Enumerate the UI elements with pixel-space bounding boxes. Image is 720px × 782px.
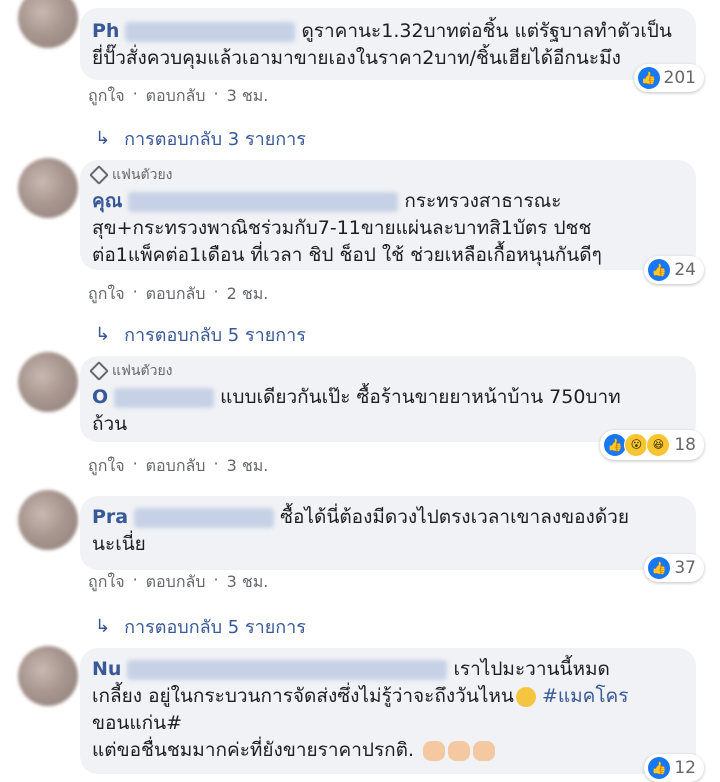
timestamp[interactable]: 2 ชม. (227, 282, 269, 307)
comment-bubble: Pra ซื้อได้นี่ต้องมีดวงไปตรงเวลาเขาลงของด… (80, 496, 704, 582)
hashtag-link[interactable]: #แมคโคร (542, 685, 629, 707)
avatar[interactable] (18, 490, 78, 550)
redacted-name (134, 507, 275, 528)
comment-line: นะเนี่ย (92, 533, 146, 555)
view-replies[interactable]: ↳ การตอบกลับ 5 รายการ (95, 320, 306, 349)
redacted-name (128, 191, 399, 212)
like-link[interactable]: ถูกใจ (88, 454, 125, 479)
comment-line: ต่อ1แพ็คต่อ1เดือน ที่เวลา ชิป ช็อป ใช้ ช… (92, 244, 602, 266)
comment-line: สุข+กระทรวงพาณิชร่วมกับ7-11ขายแผ่นละบาทส… (92, 217, 592, 239)
comment-actions: ถูกใจ · ตอบกลับ · 3 ชม. (88, 570, 268, 595)
like-icon: 👍 (648, 259, 671, 281)
commenter-name[interactable]: คุณ (92, 190, 122, 212)
commenter-name[interactable]: O (92, 386, 108, 408)
like-link[interactable]: ถูกใจ (88, 570, 125, 595)
timestamp[interactable]: 3 ชม. (227, 84, 269, 109)
comment-text: O แบบเดียวกันเป๊ะ ซื้อร้านขายยาหน้าบ้าน 7… (92, 384, 684, 438)
avatar[interactable] (18, 0, 78, 48)
wow-icon: 😮 (624, 433, 649, 457)
avatar[interactable] (18, 352, 78, 412)
pensive-face-icon (515, 686, 536, 707)
redacted-name (127, 659, 448, 680)
reaction-summary[interactable]: 👍 12 (644, 754, 704, 782)
comment-actions: ถูกใจ · ตอบกลับ · 3 ชม. (88, 454, 268, 479)
reply-arrow-icon: ↳ (95, 324, 111, 345)
comment-actions: ถูกใจ · ตอบกลับ · 3 ชม. (88, 84, 268, 109)
comment-line: แต่ขอชื่นชมมากค่ะที่ยังขายราคาปรกติ. (92, 739, 415, 761)
redacted-name (125, 21, 296, 42)
fan-badge: แฟนตัวยง (89, 164, 684, 186)
reaction-count: 24 (674, 260, 696, 280)
separator: · (132, 84, 138, 103)
comment-line: ยี่ปั๊วสั่งควบคุมแล้วเอามาขายเองในราคา2บ… (92, 47, 621, 69)
fan-badge: แฟนตัวยง (89, 360, 684, 382)
redacted-name (114, 387, 215, 408)
reply-link[interactable]: ตอบกลับ (146, 84, 206, 109)
timestamp[interactable]: 3 ชม. (227, 570, 269, 595)
commenter-name[interactable]: Nu (92, 658, 121, 680)
timestamp[interactable]: 3 ชม. (227, 454, 269, 479)
comment-line: ถ้วน (92, 413, 128, 435)
separator: · (132, 282, 138, 301)
comment-line: ดูราคานะ1.32บาทต่อชิ้น แต่รัฐบาลทำตัวเป็… (301, 20, 672, 42)
separator: · (213, 570, 219, 589)
reaction-count: 201 (663, 68, 696, 88)
reply-link[interactable]: ตอบกลับ (146, 570, 206, 595)
comment-actions: ถูกใจ · ตอบกลับ · 2 ชม. (88, 282, 268, 307)
reply-link[interactable]: ตอบกลับ (146, 454, 206, 479)
comment-line: เกลี้ยง อยู่ในกระบวนการจัดส่งซึ่งไม่รู้ว… (92, 685, 514, 707)
separator: · (132, 570, 138, 589)
comment-text: Nu เราไปมะวานนี้หมด เกลี้ยง อยู่ในกระบวนก… (92, 656, 684, 764)
reply-arrow-icon: ↳ (95, 616, 111, 637)
comment-text: คุณ กระทรวงสาธารณะ สุข+กระทรวงพาณิชร่วมกั… (92, 188, 684, 269)
clapping-hands-icon (473, 740, 496, 761)
like-link[interactable]: ถูกใจ (88, 282, 125, 307)
reaction-summary[interactable]: 👍 😮 😆 18 (600, 430, 704, 460)
fan-badge-label: แฟนตัวยง (112, 363, 173, 379)
comment-line: ขอนแก่น# (92, 712, 183, 734)
view-replies[interactable]: ↳ การตอบกลับ 3 รายการ (95, 124, 306, 153)
replies-label[interactable]: การตอบกลับ 5 รายการ (124, 612, 306, 641)
replies-label[interactable]: การตอบกลับ 5 รายการ (124, 320, 306, 349)
like-icon: 👍 (604, 434, 627, 456)
comment-line: แบบเดียวกันเป๊ะ ซื้อร้านขายยาหน้าบ้าน 75… (220, 386, 621, 408)
comment-line: ซื้อได้นี่ต้องมีดวงไปตรงเวลาเขาลงของด้วย (280, 506, 629, 528)
diamond-icon (89, 361, 109, 381)
comment-line: เราไปมะวานนี้หมด (453, 658, 610, 680)
reaction-summary[interactable]: 👍 37 (644, 554, 704, 582)
comment-bubble: แฟนตัวยง O แบบเดียวกันเป๊ะ ซื้อร้านขายยาห… (80, 356, 704, 460)
like-icon: 👍 (637, 67, 660, 89)
commenter-name[interactable]: Pra (92, 506, 128, 528)
view-replies[interactable]: ↳ การตอบกลับ 5 รายการ (95, 612, 306, 641)
like-link[interactable]: ถูกใจ (88, 84, 125, 109)
avatar[interactable] (18, 158, 78, 218)
reaction-count: 37 (674, 558, 696, 578)
replies-label[interactable]: การตอบกลับ 3 รายการ (124, 124, 306, 153)
separator: · (213, 84, 219, 103)
comment-text: Ph ดูราคานะ1.32บาทต่อชิ้น แต่รัฐบาลทำตัวเ… (92, 18, 684, 72)
fan-badge-label: แฟนตัวยง (112, 167, 173, 183)
clapping-hands-icon (423, 740, 446, 761)
comment-bubble: Nu เราไปมะวานนี้หมด เกลี้ยง อยู่ในกระบวนก… (80, 648, 704, 782)
separator: · (213, 454, 219, 473)
avatar[interactable] (18, 646, 78, 706)
commenter-name[interactable]: Ph (92, 20, 119, 42)
reply-link[interactable]: ตอบกลับ (146, 282, 206, 307)
reaction-summary[interactable]: 👍 201 (633, 64, 704, 92)
comment-bubble: แฟนตัวยง คุณ กระทรวงสาธารณะ สุข+กระทรวงพา… (80, 160, 704, 284)
separator: · (213, 282, 219, 301)
like-icon: 👍 (648, 757, 671, 779)
like-icon: 👍 (648, 557, 671, 579)
reaction-count: 18 (674, 435, 696, 455)
reaction-count: 12 (674, 758, 696, 778)
reaction-summary[interactable]: 👍 24 (644, 256, 704, 284)
separator: · (132, 454, 138, 473)
comment-bubble: Ph ดูราคานะ1.32บาทต่อชิ้น แต่รัฐบาลทำตัวเ… (80, 8, 704, 92)
clapping-hands-icon (448, 740, 471, 761)
reply-arrow-icon: ↳ (95, 128, 111, 149)
haha-icon: 😆 (646, 433, 671, 457)
diamond-icon (89, 165, 109, 185)
comment-text: Pra ซื้อได้นี่ต้องมีดวงไปตรงเวลาเขาลงของด… (92, 504, 684, 558)
comment-line: กระทรวงสาธารณะ (404, 190, 562, 212)
